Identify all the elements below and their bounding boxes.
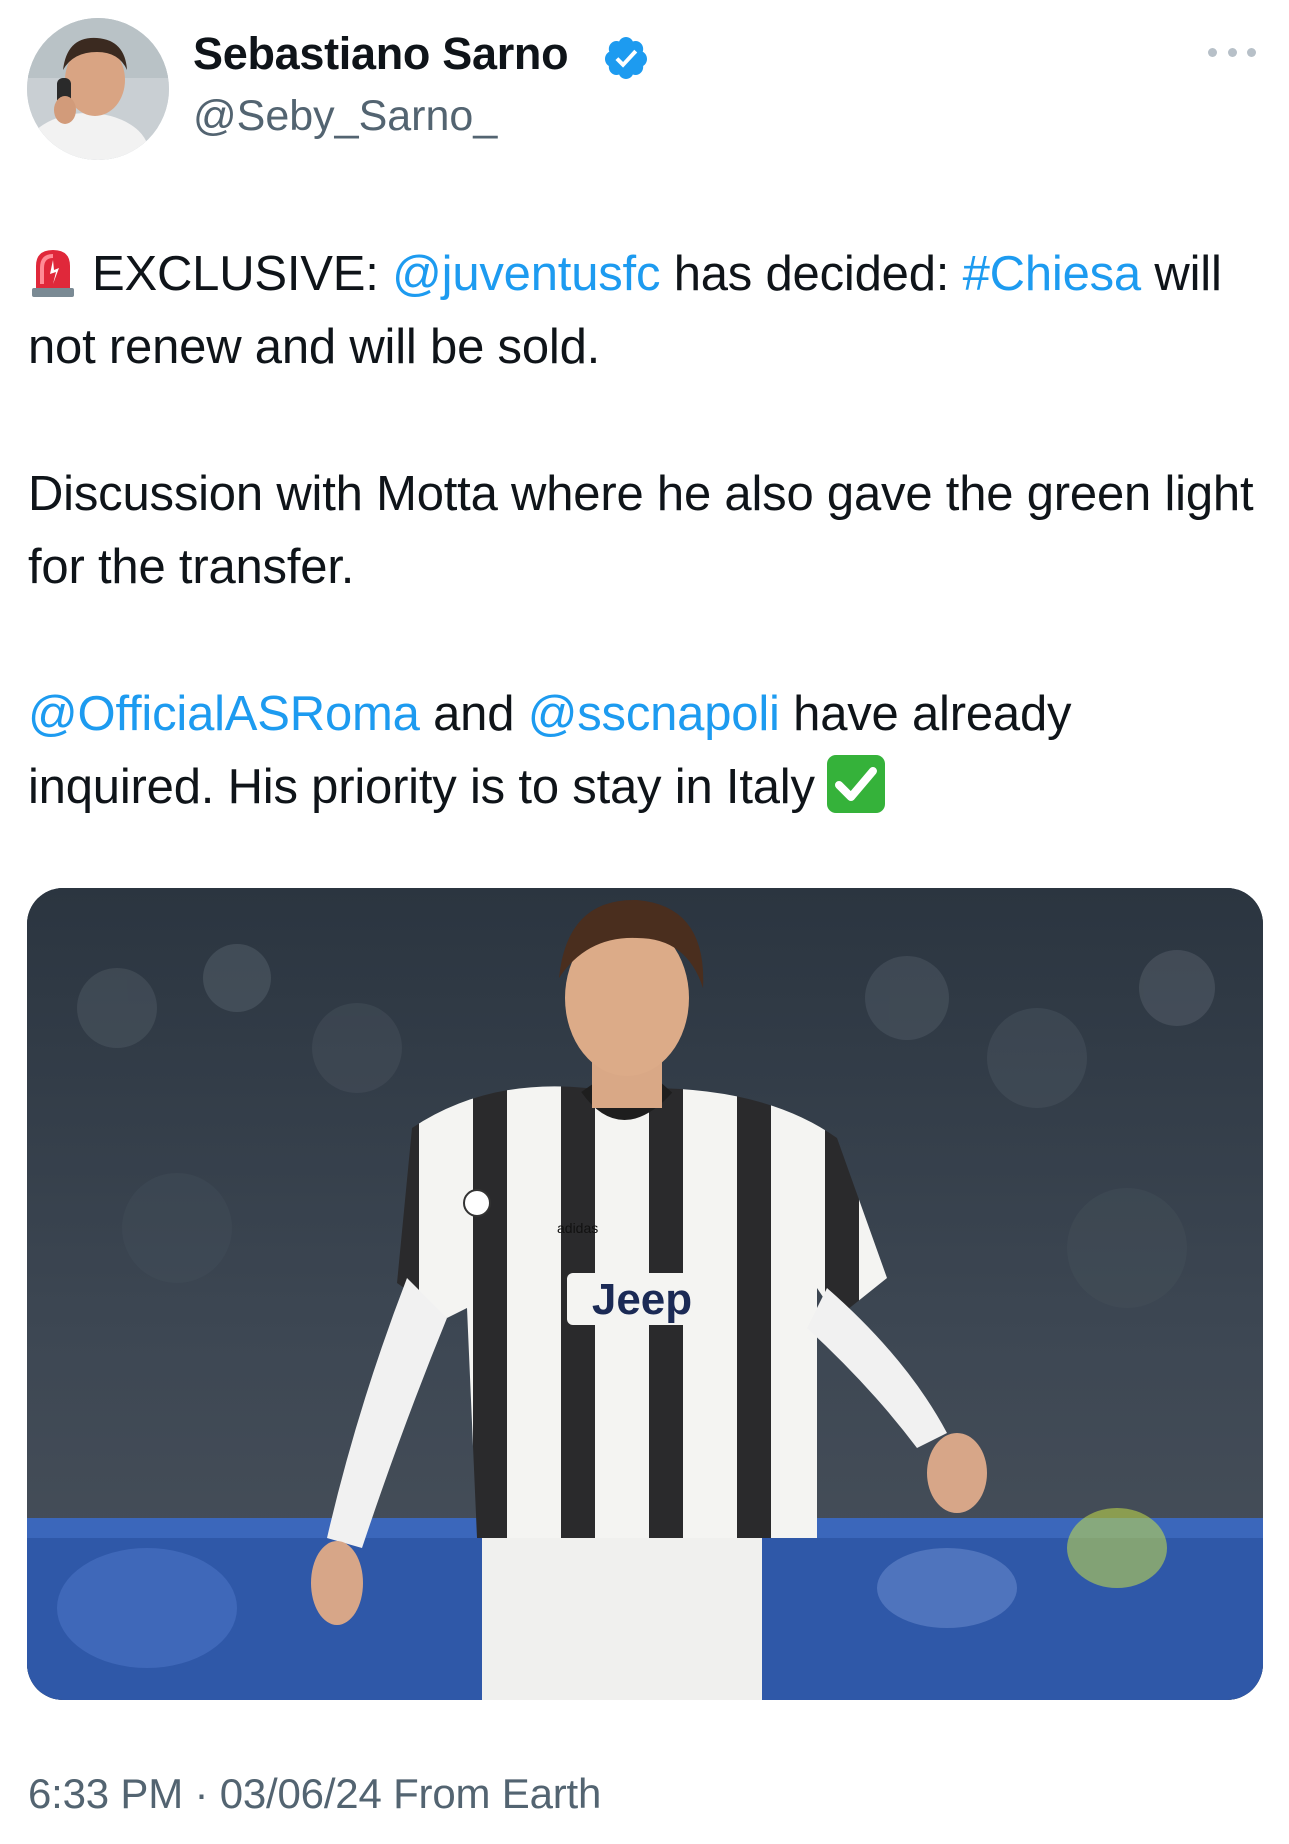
tweet-media-image[interactable]: Jeep adidas [27, 888, 1263, 1700]
mention-officialasroma[interactable]: @OfficialASRoma [28, 687, 420, 741]
shirt-sponsor-text: Jeep [592, 1275, 692, 1324]
tweet-card: Sebastiano Sarno @Seby_Sarno_ EXCLUSIVE:… [0, 0, 1289, 1844]
hashtag-chiesa[interactable]: #Chiesa [963, 247, 1142, 301]
check-mark-button-icon [826, 755, 885, 813]
author-name[interactable]: Sebastiano Sarno [193, 28, 569, 80]
exclusive-label: EXCLUSIVE: [92, 247, 379, 301]
rotating-light-icon [32, 250, 74, 297]
tweet-paragraph-1: EXCLUSIVE: @juventusfc has decided: #Chi… [28, 238, 1268, 384]
tweet-timestamp[interactable]: 6:33 PM · 03/06/24 From Earth [28, 1770, 601, 1818]
text-has-decided: has decided: [673, 247, 950, 301]
more-options-icon[interactable] [1208, 40, 1256, 64]
text-and: and [433, 687, 515, 741]
tweet-paragraph-2: Discussion with Motta where he also gave… [28, 467, 1254, 594]
tweet-paragraph-3: @OfficialASRoma and @sscnapoli have alre… [28, 678, 1268, 824]
shirt-brand-text: adidas [557, 1220, 598, 1236]
author-handle[interactable]: @Seby_Sarno_ [193, 92, 497, 141]
mention-juventusfc[interactable]: @juventusfc [392, 247, 660, 301]
mention-sscnapoli[interactable]: @sscnapoli [528, 687, 780, 741]
author-avatar[interactable] [27, 18, 169, 160]
verified-badge-icon [604, 37, 647, 79]
avatar-image [27, 18, 169, 160]
tweet-text: EXCLUSIVE: @juventusfc has decided: #Chi… [28, 238, 1268, 824]
player-photo: Jeep adidas [27, 888, 1263, 1700]
